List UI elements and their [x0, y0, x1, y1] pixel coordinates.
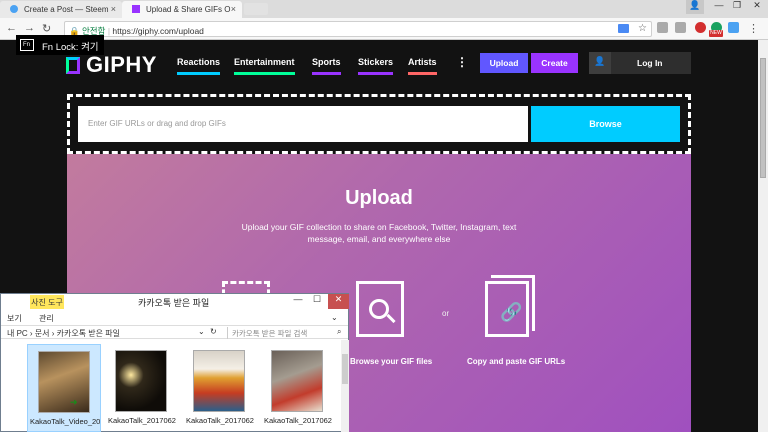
nav-sports[interactable]: Sports [312, 57, 341, 75]
create-button[interactable]: Create [531, 53, 578, 73]
upload-title: Upload [345, 187, 413, 209]
picture-tools-tab[interactable]: 사진 도구 [30, 295, 64, 309]
expand-ribbon-icon[interactable]: ⌄ [331, 313, 338, 322]
paste-urls-label[interactable]: Copy and paste GIF URLs [467, 357, 565, 366]
nav-reactions[interactable]: Reactions [177, 57, 221, 75]
giphy-mark-icon [66, 57, 80, 74]
new-tab-button[interactable] [244, 3, 268, 15]
refresh-icon[interactable]: ↻ [210, 327, 217, 336]
file-item[interactable]: KakaoTalk_2017062 [105, 344, 179, 432]
nav-entertainment[interactable]: Entertainment [234, 57, 295, 75]
file-name: KakaoTalk_2017062 [108, 416, 176, 425]
file-explorer-window: 사진 도구 카카오톡 받은 파일 — ☐ ✕ 보기 관리 ⌄ 내 PC › 문서… [0, 293, 349, 432]
browser-tab-strip: Create a Post — Steem × Upload & Share G… [0, 0, 768, 18]
address-bar[interactable]: 🔒 안전함 | https://giphy.com/upload ☆ [64, 21, 652, 37]
search-icon[interactable]: ⌕ [337, 327, 341, 337]
reload-icon[interactable]: ↻ [42, 22, 51, 35]
login-label: Log In [637, 58, 663, 68]
gif-url-input[interactable]: Enter GIF URLs or drag and drop GIFs [78, 106, 528, 142]
new-badge: NEW [709, 30, 723, 37]
extension-icon[interactable] [657, 22, 668, 33]
image-thumbnail [193, 350, 245, 412]
scrollbar-thumb[interactable] [342, 354, 348, 384]
link-icon: 🔗 [500, 302, 523, 322]
explorer-file-grid: ➜ KakaoTalk_Video_20 KakaoTalk_2017062 K… [1, 340, 341, 432]
dropdown-icon[interactable]: ⌄ [198, 327, 205, 336]
close-window-icon[interactable]: ✕ [748, 0, 766, 14]
explorer-title: 카카오톡 받은 파일 [138, 298, 210, 308]
close-tab-icon[interactable]: × [231, 4, 236, 14]
file-item[interactable]: ➜ KakaoTalk_Video_20 [27, 344, 101, 432]
nav-artists[interactable]: Artists [408, 57, 437, 75]
minimize-icon[interactable]: — [710, 0, 728, 14]
screen: Create a Post — Steem × Upload & Share G… [0, 0, 768, 432]
explorer-scrollbar[interactable] [341, 340, 349, 432]
bookmark-star-icon[interactable]: ☆ [638, 23, 647, 34]
browse-files-label[interactable]: Browse your GIF files [350, 357, 432, 366]
extension-icon[interactable] [675, 22, 686, 33]
close-tab-icon[interactable]: × [111, 4, 116, 14]
video-thumbnail [38, 351, 90, 413]
browser-tab-steemit[interactable]: Create a Post — Steem × [0, 1, 122, 18]
forward-icon[interactable]: → [24, 22, 35, 34]
page-scrollbar[interactable] [758, 40, 768, 432]
giphy-logo[interactable]: GIPHY [66, 52, 157, 77]
browser-tab-giphy[interactable]: Upload & Share GIFs O × [122, 1, 242, 18]
tab-title: Upload & Share GIFs O [146, 5, 231, 14]
giphy-favicon-icon [132, 5, 140, 13]
extension-icon[interactable] [695, 22, 706, 33]
profile-icon[interactable]: 👤 [686, 0, 704, 14]
paste-url-icon[interactable]: 🔗 [485, 281, 529, 337]
or-label: or [442, 309, 450, 318]
ribbon-tab-manage[interactable]: 관리 [39, 313, 54, 324]
menu-icon[interactable]: ⋮ [748, 22, 759, 35]
close-window-icon[interactable]: ✕ [328, 294, 349, 309]
url-text: https://giphy.com/upload [112, 26, 204, 36]
shortcut-arrow-icon: ➜ [70, 397, 78, 407]
breadcrumb[interactable]: 내 PC › 문서 › 카카오톡 받은 파일 [7, 328, 120, 339]
browse-button[interactable]: Browse [531, 106, 680, 142]
login-button[interactable]: 👤 Log In [589, 52, 691, 74]
file-name: KakaoTalk_Video_20 [30, 417, 100, 426]
explorer-titlebar[interactable]: 사진 도구 카카오톡 받은 파일 — ☐ ✕ [1, 294, 349, 310]
explorer-address-bar[interactable]: 내 PC › 문서 › 카카오톡 받은 파일 ⌄ ↻ 카카오톡 받은 파일 검색… [1, 325, 348, 339]
scrollbar-thumb[interactable] [760, 58, 766, 178]
file-item[interactable]: KakaoTalk_2017062 [261, 344, 335, 432]
upload-button[interactable]: Upload [480, 53, 528, 73]
image-thumbnail [115, 350, 167, 412]
explorer-search-input[interactable]: 카카오톡 받은 파일 검색 [227, 327, 347, 339]
file-name: KakaoTalk_2017062 [264, 416, 332, 425]
extension-icon[interactable] [728, 22, 739, 33]
fn-key-icon: Fn [20, 39, 34, 51]
fn-lock-label: Fn Lock: 켜기 [42, 42, 99, 53]
file-item[interactable]: KakaoTalk_2017062 [183, 344, 257, 432]
more-menu-icon[interactable]: ⋮ [456, 55, 468, 69]
ribbon-tab-view[interactable]: 보기 [7, 313, 22, 324]
user-icon: 👤 [589, 52, 611, 74]
translate-icon[interactable] [618, 24, 629, 33]
fn-lock-overlay: Fn Fn Lock: 켜기 [16, 35, 104, 55]
explorer-ribbon-tabs: 보기 관리 ⌄ [1, 311, 348, 323]
upload-description: Upload your GIF collection to share on F… [241, 222, 517, 244]
image-thumbnail [271, 350, 323, 412]
nav-stickers[interactable]: Stickers [358, 57, 394, 75]
browse-files-icon[interactable] [356, 281, 404, 337]
back-icon[interactable]: ← [6, 22, 17, 34]
minimize-icon[interactable]: — [289, 294, 307, 309]
tab-title: Create a Post — Steem [24, 5, 109, 14]
browser-toolbar: ← → ↻ 🔒 안전함 | https://giphy.com/upload ☆… [0, 18, 768, 40]
steemit-favicon-icon [10, 5, 18, 13]
maximize-icon[interactable]: ☐ [308, 294, 326, 309]
restore-icon[interactable]: ❐ [728, 0, 746, 14]
file-name: KakaoTalk_2017062 [186, 416, 254, 425]
